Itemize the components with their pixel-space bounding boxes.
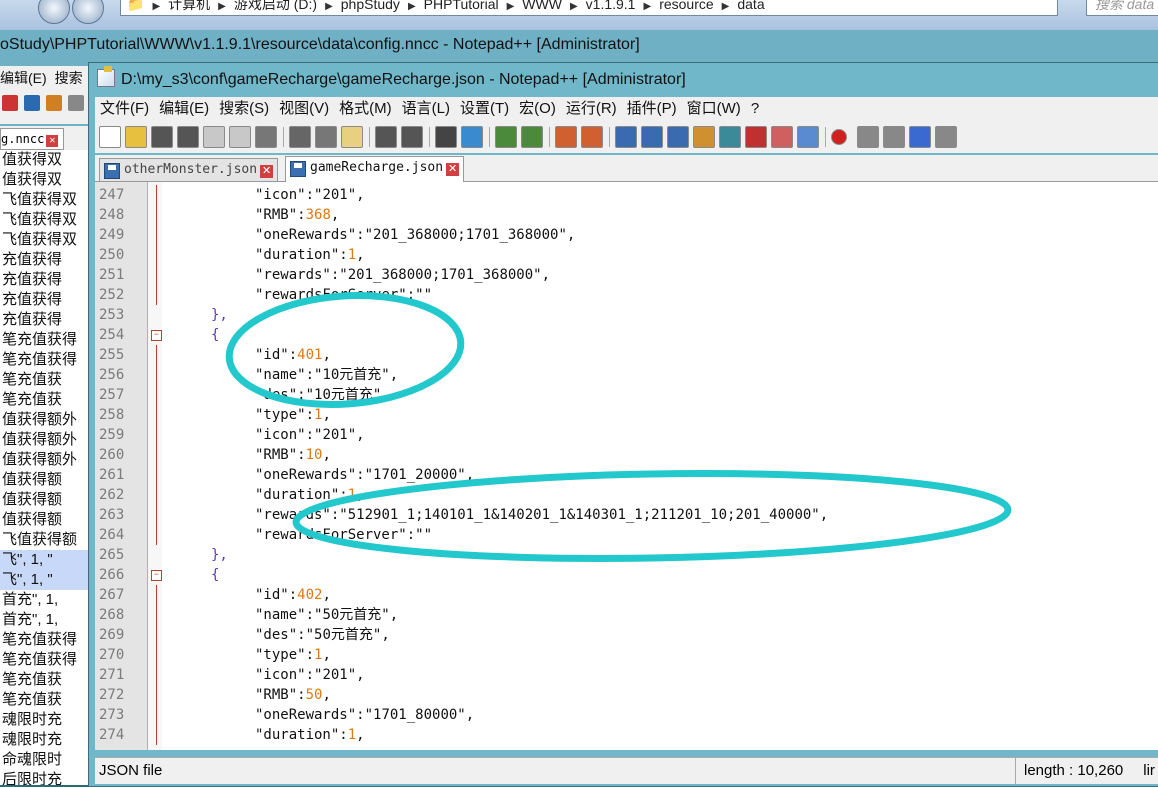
annotation-ellipse-id: [225, 292, 465, 408]
annotation-layer: [225, 292, 1012, 562]
annotation-ellipse-rewards: [292, 470, 1012, 562]
